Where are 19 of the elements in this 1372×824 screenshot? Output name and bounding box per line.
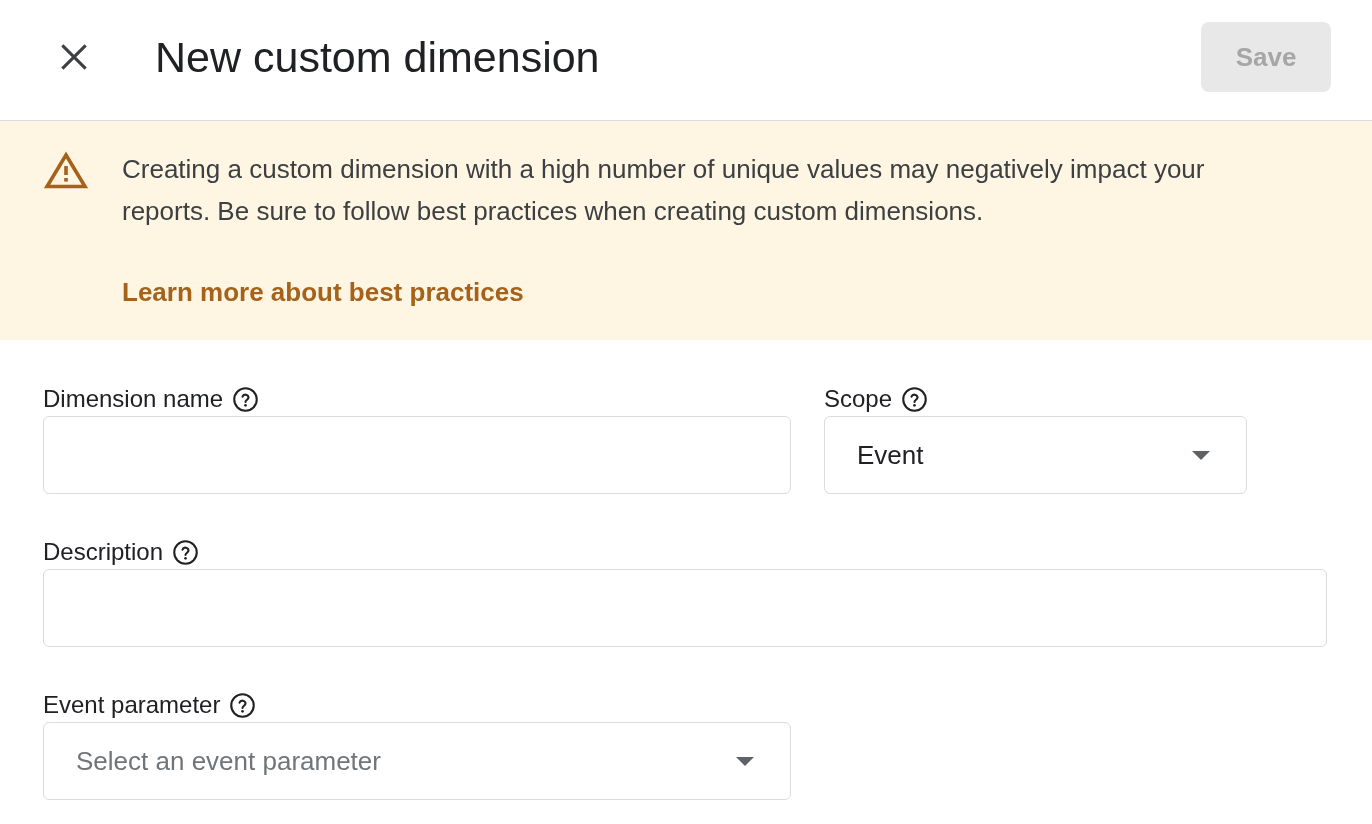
help-icon[interactable] <box>902 386 928 412</box>
warning-icon <box>44 151 88 189</box>
field-label: Event parameter <box>43 691 221 719</box>
help-icon[interactable] <box>230 692 256 718</box>
help-icon[interactable] <box>233 386 259 412</box>
field-label: Scope <box>824 385 893 413</box>
field-label: Description <box>43 538 164 566</box>
input-field[interactable] <box>43 416 791 494</box>
select-field[interactable]: Select an event parameter <box>43 722 791 800</box>
caret-icon <box>1192 450 1210 460</box>
input-field[interactable] <box>43 569 1327 647</box>
learn-more-link[interactable]: Learn more about best practices <box>122 271 524 313</box>
warning-message: Creating a custom dimension with a high number of unique values may negatively impact your reports. Be sure to follow best practices when creating custom dimensions. <box>122 153 1206 228</box>
select-field[interactable]: Event <box>824 416 1247 494</box>
close-icon <box>60 43 88 71</box>
field-label: Dimension name <box>43 385 224 413</box>
dialog-title: New custom dimension <box>155 32 600 82</box>
help-icon[interactable] <box>173 539 199 565</box>
caret-icon <box>736 756 754 766</box>
